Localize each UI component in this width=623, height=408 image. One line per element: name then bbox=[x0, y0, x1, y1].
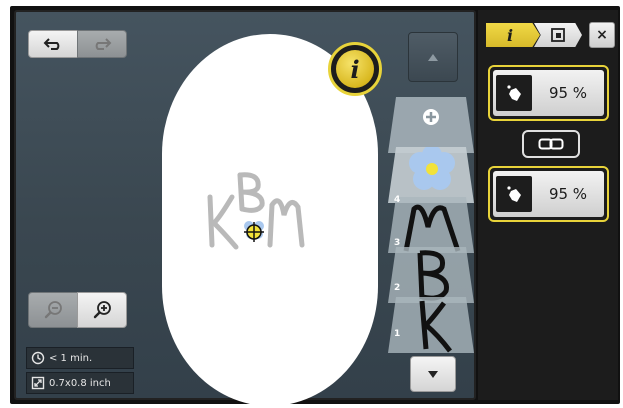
resize-icon bbox=[31, 376, 45, 390]
scale-height-value: 95 % bbox=[548, 185, 588, 203]
clock-icon bbox=[31, 351, 45, 365]
design-size-value: 0.7x0.8 inch bbox=[49, 377, 111, 389]
layer-1-tile[interactable] bbox=[388, 297, 474, 353]
tab-info[interactable]: i bbox=[486, 23, 540, 47]
hand-touch-icon bbox=[496, 75, 532, 111]
layer-4-tile[interactable] bbox=[388, 147, 474, 203]
add-layer-tile[interactable] bbox=[388, 97, 474, 153]
redo-button[interactable] bbox=[77, 30, 127, 58]
redo-arrow-icon bbox=[95, 38, 112, 50]
tab-view[interactable] bbox=[534, 23, 582, 47]
zoom-out-icon bbox=[44, 301, 62, 319]
tab-info-label: i bbox=[506, 25, 514, 45]
arrow-down-icon bbox=[428, 370, 438, 378]
stitch-time-value: < 1 min. bbox=[49, 352, 93, 364]
layer-3-tile[interactable] bbox=[388, 197, 474, 253]
design-size-display: 0.7x0.8 inch bbox=[26, 372, 134, 394]
layer-4-number: 4 bbox=[394, 195, 401, 205]
zoom-in-icon bbox=[93, 301, 111, 319]
arrow-up-icon bbox=[428, 53, 438, 61]
layer-2-tile[interactable] bbox=[388, 247, 474, 303]
undo-button[interactable] bbox=[28, 30, 78, 58]
layer-stack: 4 3 2 1 bbox=[378, 97, 478, 357]
scale-width-button[interactable]: 95 % bbox=[488, 65, 609, 121]
zoom-in-button[interactable] bbox=[77, 292, 127, 328]
stitch-time-display: < 1 min. bbox=[26, 347, 134, 369]
layer-3-number: 3 bbox=[394, 238, 401, 248]
layer-1-number: 1 bbox=[394, 329, 401, 339]
info-button[interactable]: i bbox=[328, 42, 382, 96]
view-icon bbox=[551, 28, 565, 42]
zoom-out-button[interactable] bbox=[28, 292, 78, 328]
scale-width-inner: 95 % bbox=[493, 70, 604, 116]
scale-height-button[interactable]: 95 % bbox=[488, 166, 609, 222]
info-icon: i bbox=[336, 50, 374, 88]
close-icon: × bbox=[596, 27, 608, 43]
link-chain-icon bbox=[538, 138, 564, 150]
undo-arrow-icon bbox=[43, 38, 60, 50]
close-button[interactable]: × bbox=[589, 22, 615, 48]
scale-height-inner: 95 % bbox=[493, 171, 604, 217]
layer-scroll-down-button[interactable] bbox=[410, 356, 456, 392]
scale-width-value: 95 % bbox=[548, 84, 588, 102]
layer-2-number: 2 bbox=[394, 283, 401, 293]
needle-position-crosshair bbox=[244, 222, 264, 242]
layer-scroll-up-button[interactable] bbox=[408, 32, 458, 82]
hand-touch-icon bbox=[496, 176, 532, 212]
embroidery-workspace: i 4 3 2 1 bbox=[14, 10, 478, 406]
proportion-link-button[interactable] bbox=[522, 130, 580, 158]
